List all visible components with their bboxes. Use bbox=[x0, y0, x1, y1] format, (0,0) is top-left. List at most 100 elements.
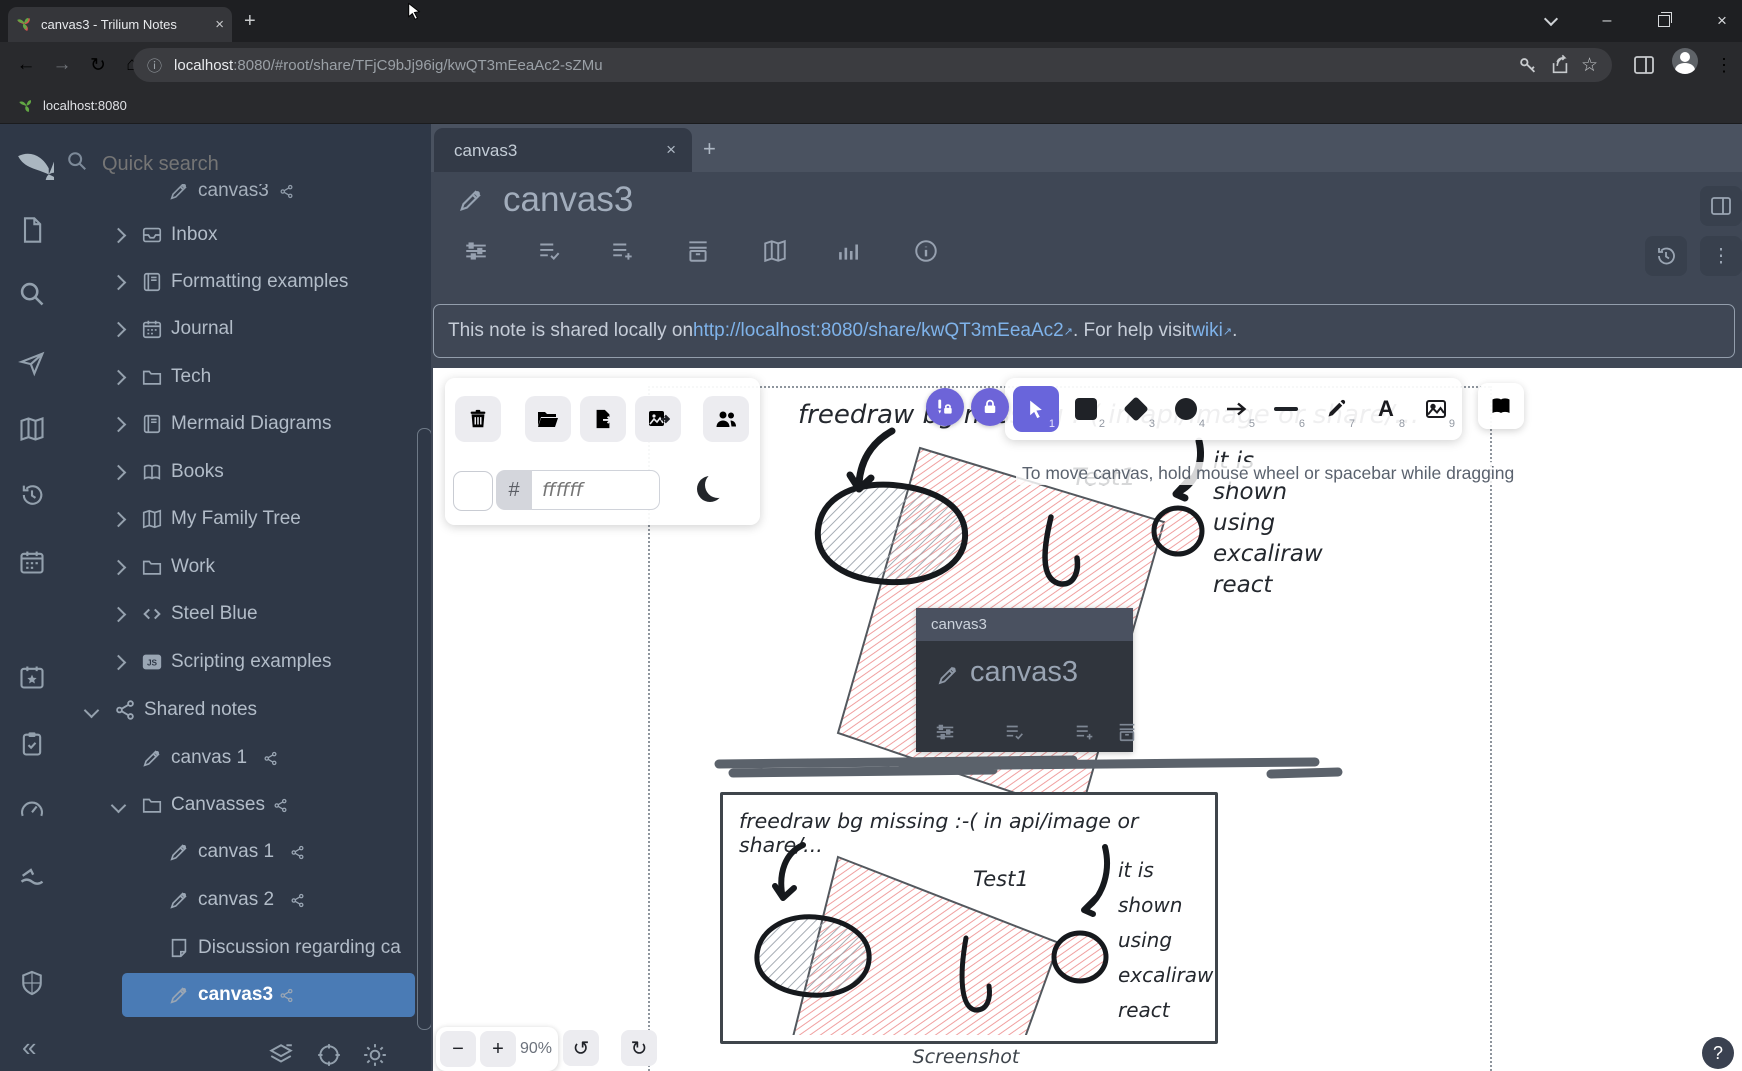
recent-changes-icon[interactable] bbox=[18, 481, 48, 511]
ribbon-add-attributes-icon[interactable] bbox=[610, 238, 636, 264]
note-tab-close-icon[interactable]: × bbox=[666, 140, 676, 160]
tree-item-canvas-1[interactable]: canvas 1 bbox=[0, 739, 431, 779]
tree-item-canvas-1[interactable]: canvas 1 bbox=[0, 833, 431, 873]
ribbon-collections-icon[interactable] bbox=[685, 238, 711, 264]
expand-chevron-icon[interactable] bbox=[111, 322, 127, 338]
tool-rectangle-icon[interactable]: 2 bbox=[1063, 386, 1109, 432]
ribbon-note-info-icon[interactable] bbox=[913, 238, 939, 264]
search-input[interactable] bbox=[100, 152, 404, 177]
tab-search-icon[interactable] bbox=[1528, 0, 1574, 42]
browser-tab-close-icon[interactable]: × bbox=[215, 16, 224, 33]
forward-icon[interactable]: → bbox=[44, 42, 80, 88]
tree-scrollbar[interactable] bbox=[417, 428, 431, 1030]
profile-avatar[interactable] bbox=[1672, 48, 1698, 74]
share-page-icon[interactable] bbox=[1549, 54, 1571, 76]
expand-chevron-icon[interactable] bbox=[111, 607, 127, 623]
new-note-icon[interactable] bbox=[18, 216, 48, 246]
tree-item-books[interactable]: Books bbox=[0, 453, 431, 493]
saved-search-icon[interactable] bbox=[18, 863, 48, 893]
settings-gear-icon[interactable] bbox=[362, 1042, 388, 1068]
tool-ellipse-icon[interactable]: 4 bbox=[1163, 386, 1209, 432]
screenshot-image-element[interactable]: freedraw bg missing :-( in api/image or … bbox=[720, 792, 1218, 1044]
dark-mode-moon-icon[interactable] bbox=[697, 476, 723, 502]
expand-chevron-icon[interactable] bbox=[111, 417, 127, 433]
zoom-level[interactable]: 90% bbox=[520, 1040, 552, 1058]
close-button[interactable]: × bbox=[1699, 0, 1742, 42]
excalidraw-canvas[interactable]: freedraw bg missing :-( in api/image or … bbox=[433, 368, 1742, 1071]
target-icon[interactable] bbox=[316, 1042, 342, 1068]
export-file-icon[interactable] bbox=[580, 396, 626, 442]
reload-icon[interactable]: ↻ bbox=[80, 42, 116, 88]
library-book-icon[interactable] bbox=[1478, 383, 1524, 429]
tree-item-canvas-2[interactable]: canvas 2 bbox=[0, 881, 431, 921]
expand-chevron-icon[interactable] bbox=[111, 275, 127, 291]
site-info-icon[interactable]: ⓘ bbox=[147, 55, 162, 76]
minimize-button[interactable]: – bbox=[1584, 0, 1630, 42]
pen-lock-button[interactable] bbox=[926, 388, 964, 426]
bookmark-star-icon[interactable]: ☆ bbox=[1581, 54, 1598, 77]
search-icon[interactable] bbox=[18, 280, 48, 310]
collaboration-users-icon[interactable] bbox=[703, 396, 749, 442]
export-image-icon[interactable] bbox=[635, 396, 681, 442]
tree-item-shared-notes[interactable]: Shared notes bbox=[0, 691, 431, 731]
tree-item-formatting-examples[interactable]: Formatting examples bbox=[0, 263, 431, 303]
side-panel-icon[interactable] bbox=[1632, 53, 1656, 77]
restore-button[interactable] bbox=[1641, 0, 1687, 42]
note-more-menu-icon[interactable]: ⋮ bbox=[1700, 236, 1742, 276]
collapse-tree-button[interactable]: « bbox=[22, 1032, 36, 1063]
tool-diamond-icon[interactable]: 3 bbox=[1113, 386, 1159, 432]
browser-tab[interactable]: canvas3 - Trilium Notes × bbox=[8, 7, 232, 42]
zoom-out-button[interactable]: − bbox=[440, 1031, 476, 1067]
redo-icon[interactable]: ↻ bbox=[621, 1030, 657, 1066]
help-button[interactable]: ? bbox=[1702, 1037, 1734, 1069]
dashboard-icon[interactable] bbox=[18, 796, 48, 826]
tree-item-work[interactable]: Work bbox=[0, 548, 431, 588]
tree-item-mermaid-diagrams[interactable]: Mermaid Diagrams bbox=[0, 405, 431, 445]
bookmark-item[interactable]: localhost:8080 bbox=[43, 98, 127, 113]
tool-selection-icon[interactable]: 1 bbox=[1013, 386, 1059, 432]
ribbon-owned-attributes-icon[interactable] bbox=[537, 238, 563, 264]
background-color-swatch[interactable] bbox=[453, 471, 493, 511]
zoom-in-button[interactable]: + bbox=[480, 1031, 516, 1067]
expand-chevron-icon[interactable] bbox=[111, 465, 127, 481]
note-title[interactable]: canvas3 bbox=[503, 180, 633, 220]
expand-chevron-icon[interactable] bbox=[84, 703, 100, 719]
right-pane-toggle-icon[interactable] bbox=[1700, 186, 1742, 226]
tree-item-scripting-examples[interactable]: JSScripting examples bbox=[0, 643, 431, 683]
note-revisions-icon[interactable] bbox=[1645, 236, 1687, 276]
tree-item-steel-blue[interactable]: Steel Blue bbox=[0, 595, 431, 635]
address-bar[interactable]: ⓘ localhost:8080/#root/share/TFjC9bJj96i… bbox=[133, 48, 1612, 82]
tool-draw-icon[interactable]: 7 bbox=[1313, 386, 1359, 432]
protected-session-icon[interactable] bbox=[18, 969, 48, 999]
lock-button[interactable] bbox=[971, 388, 1009, 426]
hex-color-input[interactable] bbox=[532, 470, 660, 510]
back-icon[interactable]: ← bbox=[8, 42, 44, 88]
browser-menu-icon[interactable]: ⋮ bbox=[1706, 42, 1742, 88]
expand-chevron-icon[interactable] bbox=[111, 798, 127, 814]
share-link[interactable]: http://localhost:8080/share/kwQT3mEeaAc2 bbox=[693, 320, 1064, 342]
tool-arrow-icon[interactable]: 5 bbox=[1213, 386, 1259, 432]
browser-new-tab-button[interactable]: + bbox=[244, 10, 256, 33]
ribbon-similar-notes-icon[interactable] bbox=[835, 238, 861, 264]
note-map-icon[interactable] bbox=[18, 415, 48, 445]
wiki-link[interactable]: wiki bbox=[1191, 320, 1223, 342]
ribbon-basic-properties-icon[interactable] bbox=[463, 238, 489, 264]
expand-chevron-icon[interactable] bbox=[111, 560, 127, 576]
tree-item-journal[interactable]: Journal bbox=[0, 310, 431, 350]
calendar-icon[interactable] bbox=[18, 548, 48, 578]
note-tab[interactable]: canvas3 × bbox=[434, 128, 692, 172]
tool-image-icon[interactable]: 9 bbox=[1413, 386, 1459, 432]
layers-icon[interactable] bbox=[268, 1042, 294, 1068]
password-key-icon[interactable] bbox=[1517, 54, 1539, 76]
tree-item-inbox[interactable]: Inbox bbox=[0, 216, 431, 256]
tree-item-canvas3[interactable]: canvas3 bbox=[0, 172, 431, 212]
tree-item-canvas3[interactable]: canvas3 bbox=[0, 976, 431, 1016]
open-folder-icon[interactable] bbox=[525, 396, 571, 442]
tool-line-icon[interactable]: 6 bbox=[1263, 386, 1309, 432]
expand-chevron-icon[interactable] bbox=[111, 512, 127, 528]
expand-chevron-icon[interactable] bbox=[111, 370, 127, 386]
undo-icon[interactable]: ↺ bbox=[563, 1030, 599, 1066]
ribbon-note-map-icon[interactable] bbox=[762, 238, 788, 264]
jump-to-icon[interactable] bbox=[18, 349, 48, 379]
tree-item-my-family-tree[interactable]: My Family Tree bbox=[0, 500, 431, 540]
